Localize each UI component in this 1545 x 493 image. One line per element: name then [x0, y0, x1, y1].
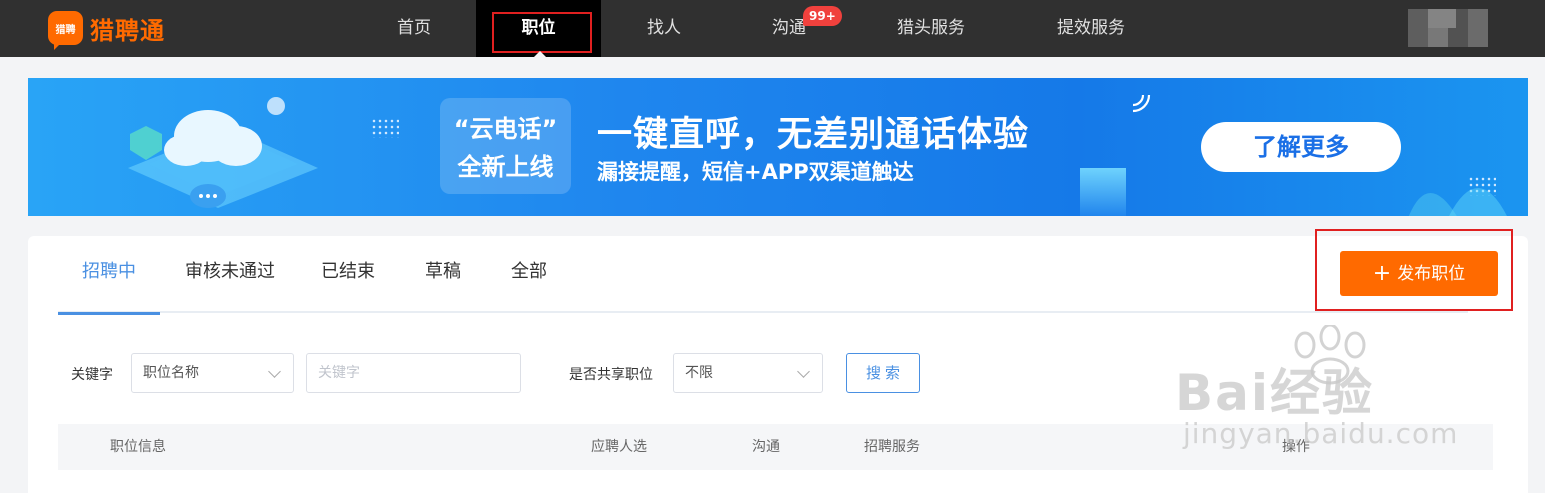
publish-job-button[interactable]: + 发布职位 [1340, 251, 1498, 296]
tab-all[interactable]: 全部 [504, 236, 554, 313]
column-recruit-service: 招聘服务 [864, 439, 920, 455]
nav-item-home[interactable]: 首页 [383, 0, 445, 57]
tab-drafts[interactable]: 草稿 [418, 236, 468, 313]
chat-count-badge: 99+ [803, 6, 842, 26]
keyword-input[interactable]: 关键字 [306, 353, 521, 393]
column-chat: 沟通 [752, 439, 780, 455]
publish-job-label: 发布职位 [1397, 264, 1466, 284]
nav-item-efficiency[interactable]: 提效服务 [1045, 0, 1137, 57]
signal-icon [1132, 94, 1151, 113]
status-tabs: 招聘中 审核未通过 已结束 草稿 全部 [58, 236, 1468, 315]
shared-job-label: 是否共享职位 [569, 367, 653, 383]
banner-tag-line1: “云电话” [453, 115, 558, 143]
banner-title: 一键直呼，无差别通话体验 [597, 115, 1030, 155]
learn-more-button[interactable]: 了解更多 [1201, 122, 1401, 172]
shared-job-select[interactable]: 不限 [673, 353, 823, 393]
cloud-illustration-icon [128, 97, 318, 208]
keyword-label: 关键字 [71, 367, 113, 383]
tab-recruiting[interactable]: 招聘中 [58, 236, 160, 315]
leaf-decoration-icon [1408, 188, 1507, 216]
keyword-type-select[interactable]: 职位名称 [131, 353, 294, 393]
column-applicants: 应聘人选 [591, 439, 647, 455]
user-avatar[interactable] [1408, 9, 1488, 47]
banner-tag-line2: 全新上线 [457, 153, 554, 181]
plus-icon: + [1372, 261, 1392, 286]
chevron-down-icon [797, 365, 810, 378]
nav-item-jobs[interactable]: 职位 [476, 0, 601, 57]
dots-decoration [371, 118, 399, 138]
chevron-down-icon [268, 365, 281, 378]
tab-rejected[interactable]: 审核未通过 [180, 236, 280, 313]
highlight-box [492, 12, 592, 53]
cube-decoration [1080, 168, 1126, 216]
app-name: 猎聘通 [90, 16, 165, 45]
search-button[interactable]: 搜索 [846, 353, 920, 393]
shared-job-value: 不限 [685, 365, 713, 381]
nav-item-headhunter[interactable]: 猎头服务 [885, 0, 977, 57]
promo-banner[interactable]: “云电话” 全新上线 一键直呼，无差别通话体验 漏接提醒，短信+APP双渠道触达… [28, 78, 1528, 216]
table-header: 职位信息 应聘人选 沟通 招聘服务 操作 [58, 424, 1493, 470]
keyword-type-value: 职位名称 [143, 365, 199, 381]
top-nav-bar: 猎聘 猎聘通 首页 职位 找人 沟通 99+ 猎头服务 提效服务 [0, 0, 1545, 57]
banner-tag: “云电话” 全新上线 [440, 98, 571, 194]
banner-subtitle: 漏接提醒，短信+APP双渠道触达 [597, 160, 914, 184]
nav-item-find-people[interactable]: 找人 [633, 0, 695, 57]
app-logo[interactable]: 猎聘 猎聘通 [48, 11, 165, 50]
column-job-info: 职位信息 [110, 439, 166, 455]
column-actions: 操作 [1282, 439, 1310, 455]
logo-badge-icon: 猎聘 [48, 11, 83, 50]
job-list-card: 招聘中 审核未通过 已结束 草稿 全部 + 发布职位 关键字 职位名称 关键字 是… [28, 229, 1528, 493]
tab-ended[interactable]: 已结束 [312, 236, 384, 313]
keyword-placeholder: 关键字 [318, 365, 360, 381]
